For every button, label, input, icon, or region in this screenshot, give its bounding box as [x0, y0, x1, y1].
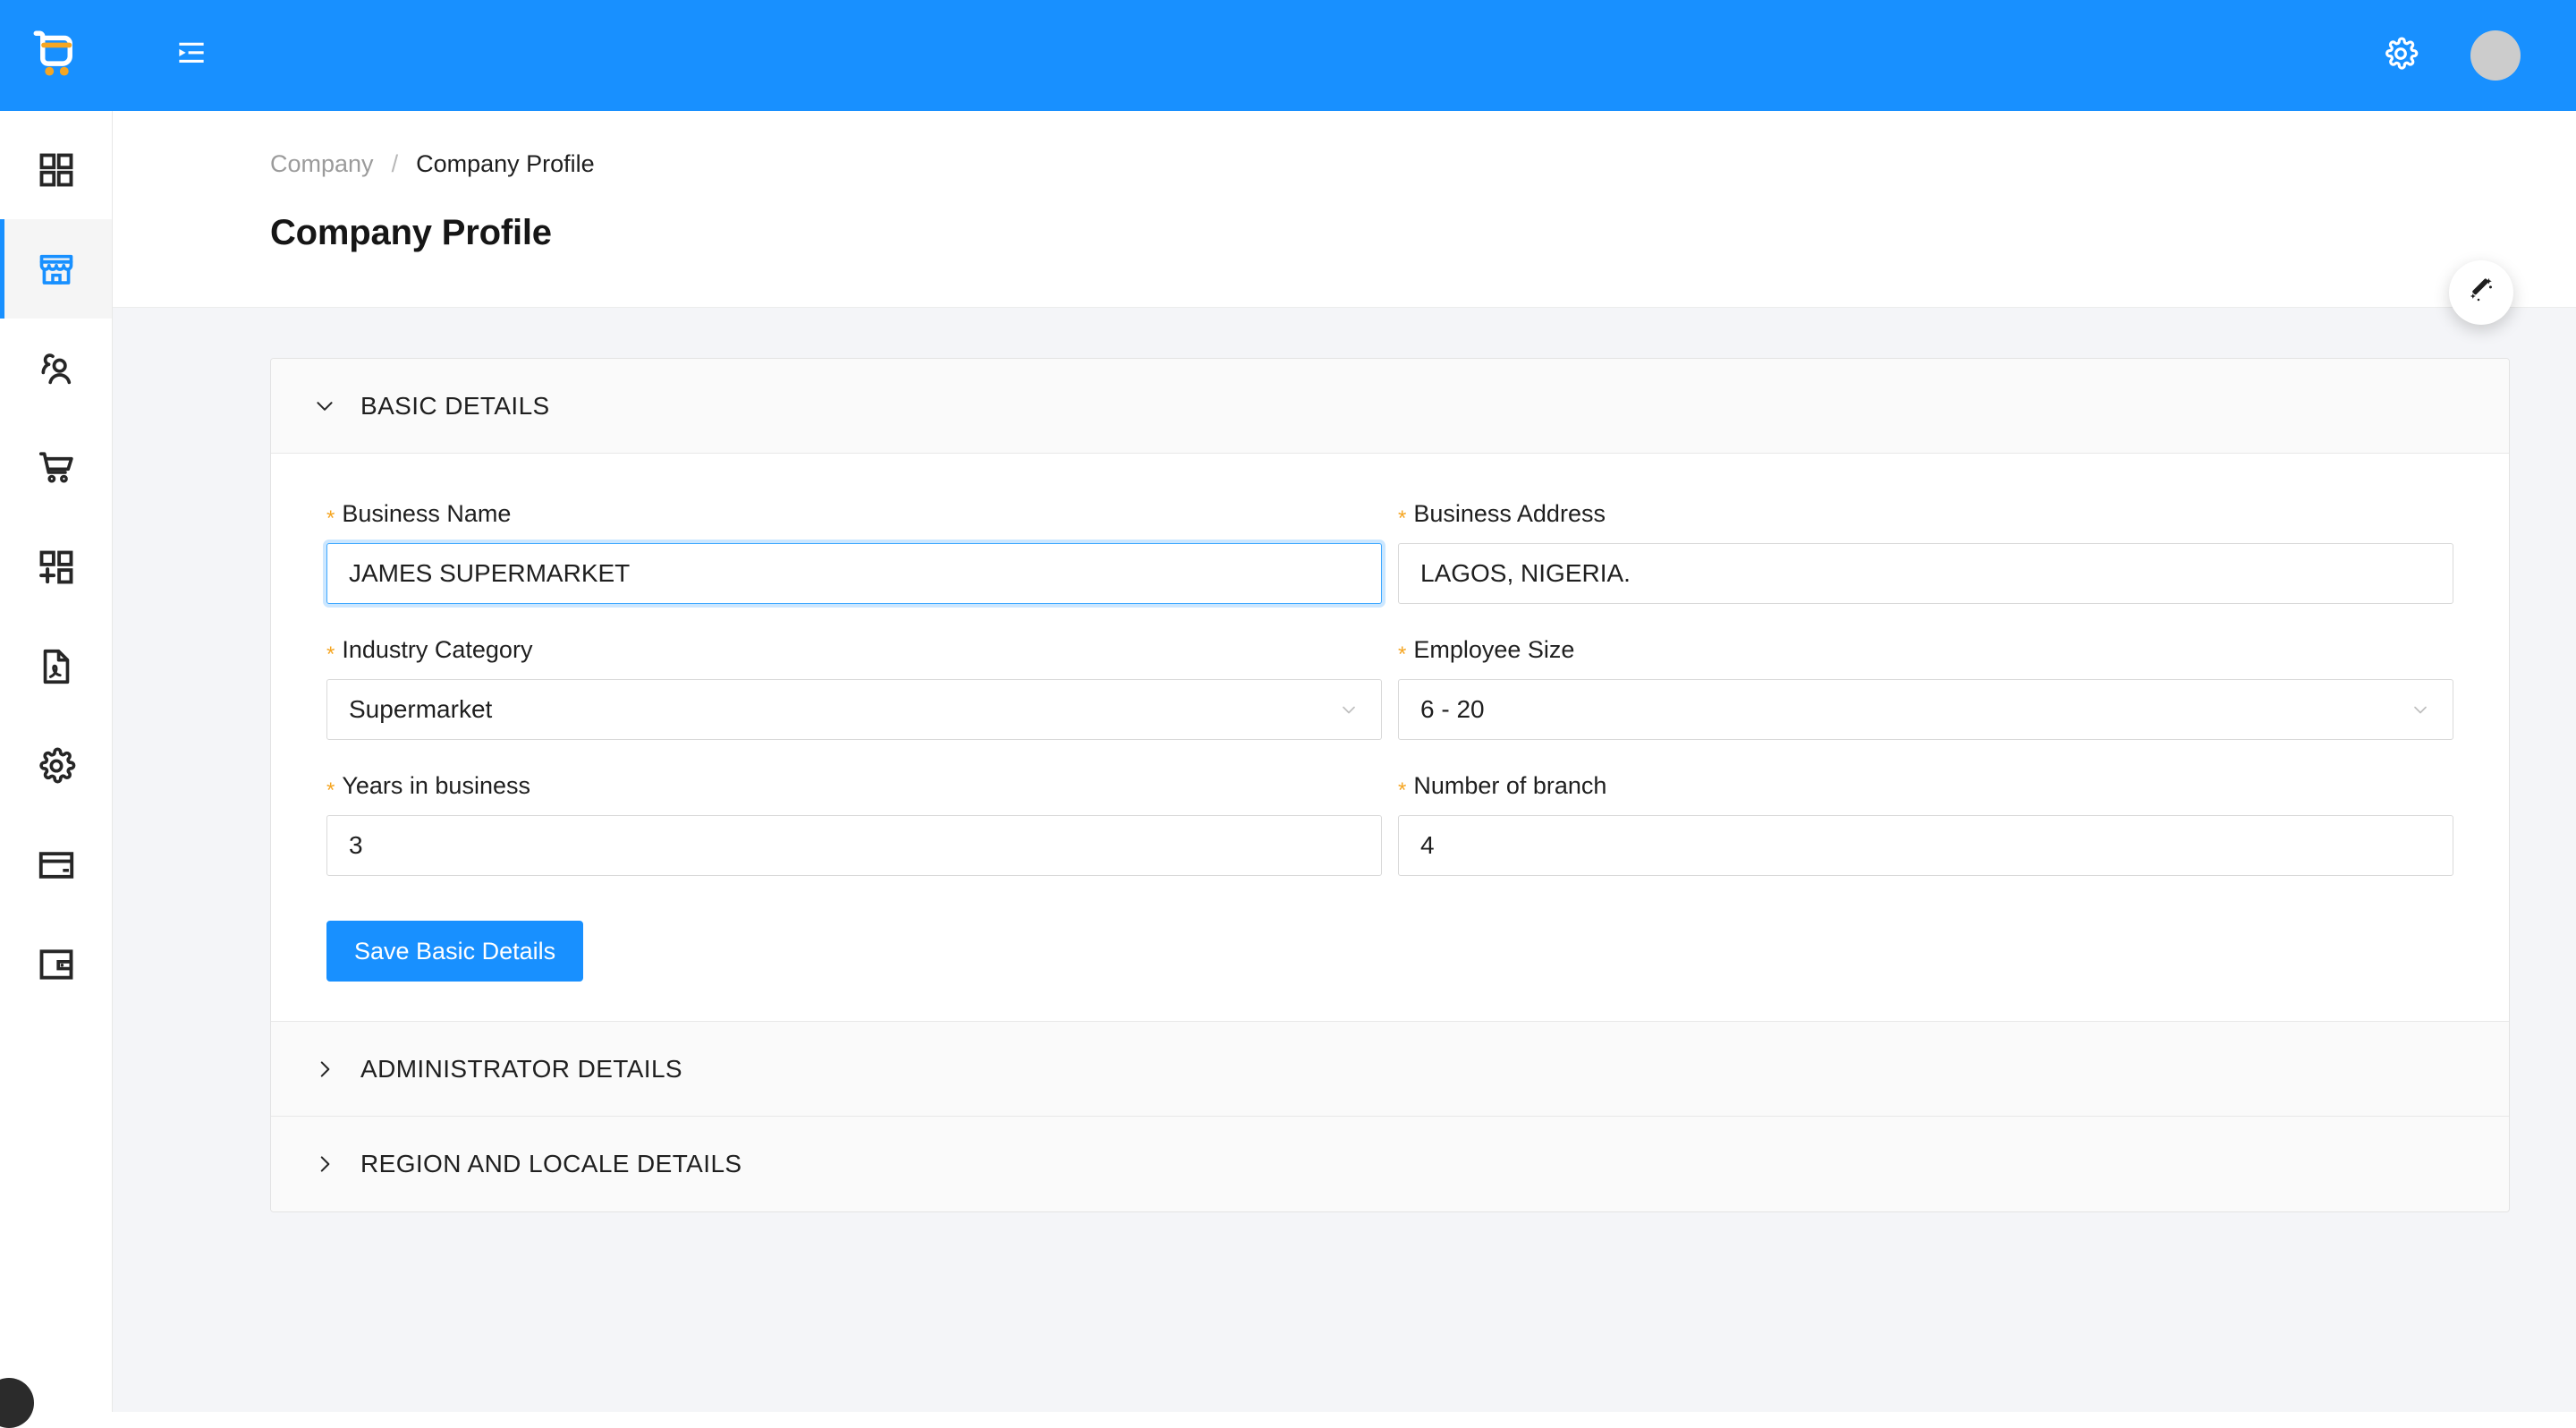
sidebar-item-add-module[interactable] [0, 517, 112, 616]
menu-unfold-icon [176, 40, 207, 72]
panel-title-administrator-details: ADMINISTRATOR DETAILS [360, 1055, 682, 1084]
sidebar-item-settings[interactable] [0, 716, 112, 815]
years-in-business-input[interactable] [326, 815, 1382, 876]
sidebar-item-orders[interactable] [0, 418, 112, 517]
header-settings-button[interactable] [2376, 30, 2426, 81]
company-profile-card: BASIC DETAILS * Business Name * [270, 358, 2510, 1212]
label-business-address: * Business Address [1398, 500, 2453, 528]
content-area: BASIC DETAILS * Business Name * [113, 308, 2576, 1412]
chevron-down-icon [307, 395, 343, 418]
app-logo[interactable] [0, 0, 113, 111]
field-business-name: * Business Name [326, 500, 1382, 604]
user-avatar[interactable] [2470, 30, 2521, 81]
chevron-down-icon [1338, 699, 1360, 720]
number-of-branch-input[interactable] [1398, 815, 2453, 876]
save-basic-details-button[interactable]: Save Basic Details [326, 921, 583, 982]
label-text: Business Address [1413, 500, 1606, 528]
credit-card-icon [37, 846, 76, 885]
field-industry-category: * Industry Category Supermarket [326, 636, 1382, 740]
left-sidebar-nav [0, 111, 113, 1412]
panel-body-basic-details: * Business Name * Business Address [271, 454, 2509, 1022]
chevron-right-icon [307, 1058, 343, 1081]
breadcrumb-current: Company Profile [416, 152, 595, 176]
field-employee-size: * Employee Size 6 - 20 [1398, 636, 2453, 740]
top-header-bar [0, 0, 2576, 111]
breadcrumb: Company / Company Profile [270, 152, 2576, 176]
panel-title-region-and-locale-details: REGION AND LOCALE DETAILS [360, 1150, 742, 1178]
store-icon [37, 250, 76, 289]
shopping-cart-logo-icon [29, 26, 84, 86]
label-text: Business Name [342, 500, 511, 528]
breadcrumb-parent[interactable]: Company [270, 152, 374, 176]
sidebar-item-reports[interactable] [0, 616, 112, 716]
label-text: Industry Category [342, 636, 532, 664]
header-actions [2376, 30, 2576, 81]
employee-size-select[interactable]: 6 - 20 [1398, 679, 2453, 740]
gear-icon [37, 746, 76, 786]
business-name-input[interactable] [326, 543, 1382, 604]
required-marker: * [326, 508, 335, 530]
sidebar-item-dashboard[interactable] [0, 120, 112, 219]
label-industry-category: * Industry Category [326, 636, 1382, 664]
label-years-in-business: * Years in business [326, 772, 1382, 800]
main-content: Company / Company Profile Company Profil… [113, 111, 2576, 1412]
sidebar-item-company[interactable] [0, 219, 112, 319]
field-years-in-business: * Years in business [326, 772, 1382, 876]
breadcrumb-separator: / [392, 152, 399, 176]
industry-category-value: Supermarket [349, 695, 492, 724]
grid-icon [37, 150, 76, 190]
sidebar-item-customers[interactable] [0, 319, 112, 418]
gear-icon [2383, 36, 2419, 76]
panel-header-basic-details[interactable]: BASIC DETAILS [271, 359, 2509, 454]
label-text: Employee Size [1413, 636, 1574, 664]
field-business-address: * Business Address [1398, 500, 2453, 604]
required-marker: * [326, 644, 335, 666]
cart-icon [37, 448, 76, 488]
panel-title-basic-details: BASIC DETAILS [360, 392, 550, 421]
panel-header-administrator-details[interactable]: ADMINISTRATOR DETAILS [271, 1022, 2509, 1117]
field-number-of-branch: * Number of branch [1398, 772, 2453, 876]
label-employee-size: * Employee Size [1398, 636, 2453, 664]
magic-wand-icon [2464, 274, 2498, 312]
required-marker: * [326, 780, 335, 802]
sidebar-collapse-toggle[interactable] [163, 27, 220, 84]
label-text: Number of branch [1413, 772, 1606, 800]
business-address-input[interactable] [1398, 543, 2453, 604]
panel-header-region-and-locale-details[interactable]: REGION AND LOCALE DETAILS [271, 1117, 2509, 1211]
page-title: Company Profile [270, 213, 2576, 253]
label-business-name: * Business Name [326, 500, 1382, 528]
form-row-1: * Business Name * Business Address [326, 500, 2453, 604]
required-marker: * [1398, 644, 1406, 666]
employee-size-value: 6 - 20 [1420, 695, 1485, 724]
required-marker: * [1398, 508, 1406, 530]
magic-assistant-button[interactable] [2449, 260, 2513, 325]
sidebar-item-wallet[interactable] [0, 914, 112, 1014]
label-number-of-branch: * Number of branch [1398, 772, 2453, 800]
form-row-3: * Years in business * Number of branch [326, 772, 2453, 876]
users-icon [37, 349, 76, 388]
label-text: Years in business [342, 772, 530, 800]
required-marker: * [1398, 780, 1406, 802]
form-row-2: * Industry Category Supermarket [326, 636, 2453, 740]
pdf-file-icon [37, 647, 76, 686]
sidebar-item-payments[interactable] [0, 815, 112, 914]
industry-category-select[interactable]: Supermarket [326, 679, 1382, 740]
chevron-right-icon [307, 1152, 343, 1176]
page-header: Company / Company Profile Company Profil… [113, 111, 2576, 308]
wallet-icon [37, 945, 76, 984]
chevron-down-icon [2410, 699, 2431, 720]
grid-plus-icon [37, 548, 76, 587]
